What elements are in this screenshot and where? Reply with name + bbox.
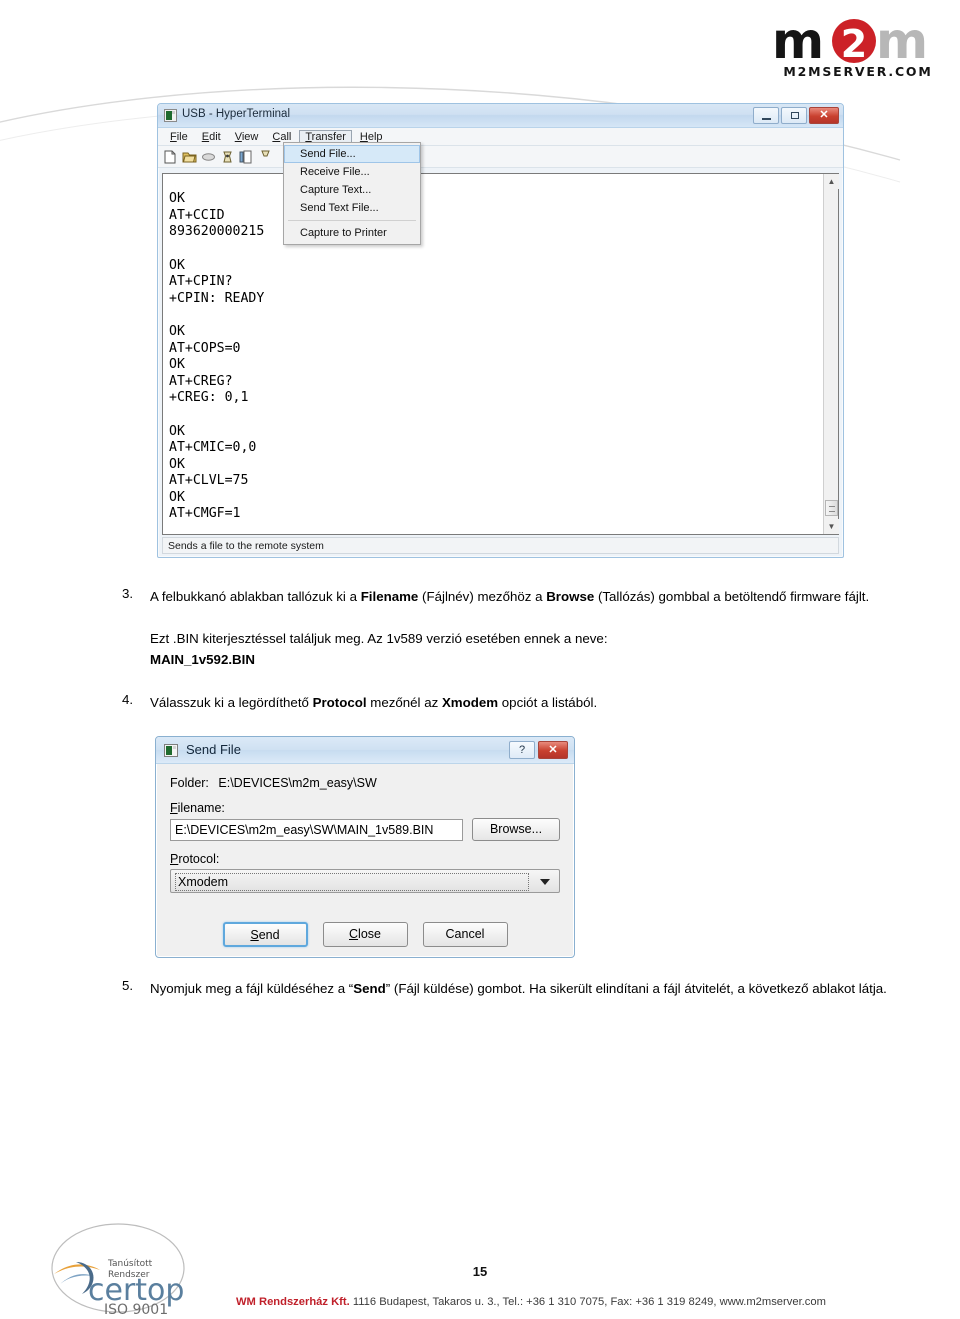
step3-filename-bold: Filename xyxy=(360,589,419,604)
step4-text-a: Válasszuk ki a legördíthető xyxy=(150,695,313,710)
hyperterminal-window: USB - HyperTerminal ✕ File Edit View Cal… xyxy=(157,103,844,558)
send-file-action-buttons: Send Close Cancel xyxy=(156,922,574,947)
hyperterminal-toolbar xyxy=(158,146,843,168)
send-file-window-controls: ? ✕ xyxy=(509,741,568,759)
filename-row: E:\DEVICES\m2m_easy\SW\MAIN_1v589.BIN Br… xyxy=(170,818,560,841)
send-file-body: Folder: E:\DEVICES\m2m_easy\SW Filename:… xyxy=(156,764,574,957)
footer-company-line: WM Rendszerház Kft. 1116 Budapest, Takar… xyxy=(236,1296,826,1308)
menu-item-capture-to-printer[interactable]: Capture to Printer xyxy=(284,224,420,242)
copy-icon[interactable] xyxy=(239,150,254,164)
hyperterminal-titlebar: USB - HyperTerminal ✕ xyxy=(158,104,843,128)
step3-paragraph1: A felbukkanó ablakban tallózuk ki a File… xyxy=(150,586,922,607)
chevron-down-icon[interactable] xyxy=(533,872,557,890)
browse-button[interactable]: Browse... xyxy=(472,818,560,841)
footer-company-name: WM Rendszerház Kft. xyxy=(236,1296,350,1308)
scroll-down-arrow-icon[interactable]: ▼ xyxy=(824,519,839,534)
folder-value: E:\DEVICES\m2m_easy\SW xyxy=(218,776,377,790)
maximize-icon xyxy=(791,112,799,119)
step3-text-a: A felbukkanó ablakban tallózuk ki a xyxy=(150,589,361,604)
menu-item-receive-file[interactable]: Receive File... xyxy=(284,163,420,181)
send-file-dialog: Send File ? ✕ Folder: E:\DEVICES\m2m_eas… xyxy=(155,736,575,958)
protocol-selected-value: Xmodem xyxy=(175,873,529,891)
step3-text-c: (Fájlnév) mezőhöz a xyxy=(418,589,547,604)
send-button[interactable]: Send xyxy=(222,922,308,947)
step5-paragraph: Nyomjuk meg a fájl küldéséhez a “Send” (… xyxy=(150,978,922,999)
print-icon[interactable] xyxy=(201,150,216,164)
step4-text-c: mezőnél az xyxy=(366,695,442,710)
step4-xmodem-bold: Xmodem xyxy=(441,695,499,710)
step4-protocol-bold: Protocol xyxy=(312,695,367,710)
send-file-close-button[interactable]: ✕ xyxy=(538,741,568,759)
close-icon: ✕ xyxy=(819,109,829,121)
hyperterminal-statusbar: Sends a file to the remote system xyxy=(162,537,839,554)
transfer-dropdown-menu: Send File... Receive File... Capture Tex… xyxy=(283,142,421,245)
send-file-titlebar: Send File ? ✕ xyxy=(156,737,574,764)
menu-file[interactable]: File xyxy=(164,130,194,144)
step3-firmware-filename: MAIN_1v592.BIN xyxy=(150,652,255,667)
minimize-button[interactable] xyxy=(753,107,779,124)
page-number: 15 xyxy=(472,1264,488,1279)
step5-send-bold: Send xyxy=(353,981,386,996)
filename-input[interactable]: E:\DEVICES\m2m_easy\SW\MAIN_1v589.BIN xyxy=(170,818,463,841)
protocol-label: Protocol: xyxy=(170,852,220,866)
protocol-select[interactable]: Xmodem xyxy=(170,869,560,893)
footer-address: 1116 Budapest, Takaros u. 3., Tel.: +36 … xyxy=(349,1296,826,1308)
scrollbar-thumb[interactable] xyxy=(825,500,838,516)
step3-text-e: (Tallózás) gombbal a betöltendő firmware… xyxy=(594,589,870,604)
close-button[interactable]: ✕ xyxy=(809,107,839,124)
window-controls: ✕ xyxy=(753,107,839,124)
logo-subtitle: M2MSERVER.COM xyxy=(783,64,932,79)
folder-label: Folder: xyxy=(170,776,209,790)
menu-item-send-text-file[interactable]: Send Text File... xyxy=(284,199,420,217)
connect-icon[interactable] xyxy=(258,150,273,164)
step5-text-c: ” (Fájl küldése) gombot. Ha sikerült eli… xyxy=(385,981,887,996)
step3-browse-bold: Browse xyxy=(546,589,595,604)
filename-label: Filename: xyxy=(170,801,225,815)
terminal-vertical-scrollbar[interactable]: ▲ ▼ xyxy=(823,174,839,534)
m2m-logo-svg: m m 2 M2MSERVER.COM xyxy=(772,12,932,79)
hyperterminal-menubar: File Edit View Call Transfer Help xyxy=(158,128,843,146)
send-file-title: Send File xyxy=(186,742,241,757)
step4-number: 4. xyxy=(122,692,134,707)
step3-paragraph2: Ezt .BIN kiterjesztéssel találjuk meg. A… xyxy=(150,631,608,646)
step5-number: 5. xyxy=(122,978,134,993)
cancel-button[interactable]: Cancel xyxy=(422,922,508,947)
maximize-button[interactable] xyxy=(781,107,807,124)
disconnect-icon[interactable] xyxy=(220,150,235,164)
logo-m-right: m xyxy=(876,14,928,70)
close-dialog-button[interactable]: Close xyxy=(322,922,408,947)
certop-iso: ISO 9001 xyxy=(104,1302,168,1314)
m2mserver-logo: m m 2 M2MSERVER.COM xyxy=(768,12,948,80)
folder-row: Folder: E:\DEVICES\m2m_easy\SW xyxy=(170,776,560,790)
menu-item-capture-text[interactable]: Capture Text... xyxy=(284,181,420,199)
step3-number: 3. xyxy=(122,586,134,601)
help-button[interactable]: ? xyxy=(509,741,535,759)
scroll-up-arrow-icon[interactable]: ▲ xyxy=(824,174,839,189)
step5-text-a: Nyomjuk meg a fájl küldéséhez a “ xyxy=(150,981,354,996)
hyperterminal-title: USB - HyperTerminal xyxy=(182,108,290,120)
menu-separator xyxy=(288,220,416,221)
open-folder-icon[interactable] xyxy=(182,150,197,164)
hyperterminal-app-icon xyxy=(164,109,177,122)
terminal-client-area: OK AT+CCID 893620000215 OK AT+CPIN? +CPI… xyxy=(162,173,839,535)
terminal-output: OK AT+CCID 893620000215 OK AT+CPIN? +CPI… xyxy=(169,191,265,519)
logo-m-left: m xyxy=(772,14,824,70)
new-page-icon[interactable] xyxy=(163,150,178,164)
send-file-app-icon xyxy=(164,744,178,757)
step4-paragraph: Válasszuk ki a legördíthető Protocol mez… xyxy=(150,692,922,713)
logo-digit-2: 2 xyxy=(841,22,867,66)
menu-view[interactable]: View xyxy=(229,130,265,144)
step4-text-e: opciót a listából. xyxy=(498,695,598,710)
menu-item-send-file[interactable]: Send File... xyxy=(284,145,420,163)
minimize-icon xyxy=(762,118,771,120)
menu-edit[interactable]: Edit xyxy=(196,130,227,144)
